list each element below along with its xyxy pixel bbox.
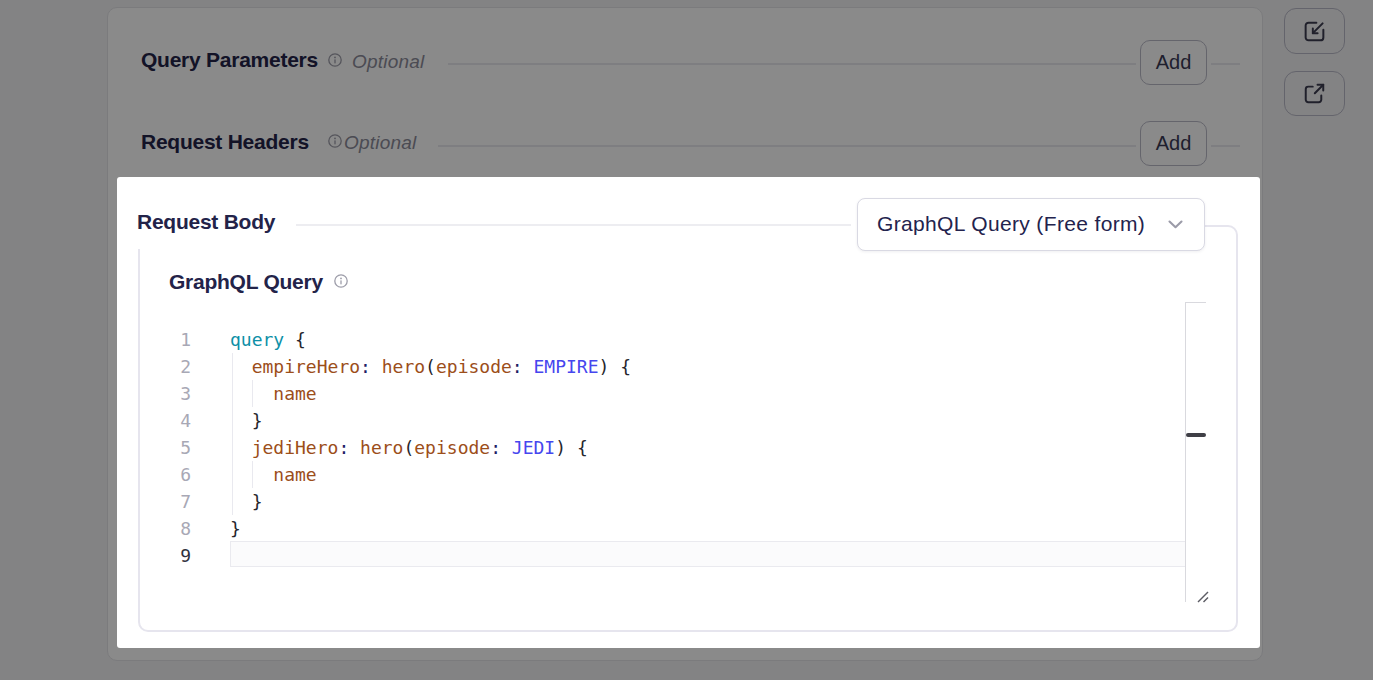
- resize-grip-icon[interactable]: [1197, 591, 1209, 603]
- line-number: 5: [147, 434, 191, 461]
- request-body-section: Request Body GraphQL Query (Free form) G…: [117, 177, 1260, 648]
- graphql-code-editor[interactable]: 123456789 query { empireHero: hero(episo…: [117, 177, 1260, 648]
- line-number: 9: [147, 542, 191, 569]
- code-line: query {: [230, 326, 306, 353]
- line-number: 4: [147, 407, 191, 434]
- code-line: name: [230, 380, 317, 407]
- line-number: 3: [147, 380, 191, 407]
- scrollbar-thumb[interactable]: [1186, 433, 1206, 437]
- page: Query Parameters Optional Add Request He…: [0, 0, 1373, 680]
- code-line: empireHero: hero(episode: EMPIRE) {: [230, 353, 631, 380]
- line-number: 2: [147, 353, 191, 380]
- editor-right-edge-tick: [1185, 302, 1206, 303]
- line-number: 1: [147, 326, 191, 353]
- line-number: 8: [147, 515, 191, 542]
- code-line: name: [230, 461, 317, 488]
- code-line: jediHero: hero(episode: JEDI) {: [230, 434, 588, 461]
- line-number: 6: [147, 461, 191, 488]
- editor-right-edge: [1185, 302, 1186, 602]
- code-line: }: [230, 515, 241, 542]
- line-number: 7: [147, 488, 191, 515]
- active-line-highlight: [230, 541, 1186, 567]
- code-line: }: [230, 488, 263, 515]
- code-line: }: [230, 407, 263, 434]
